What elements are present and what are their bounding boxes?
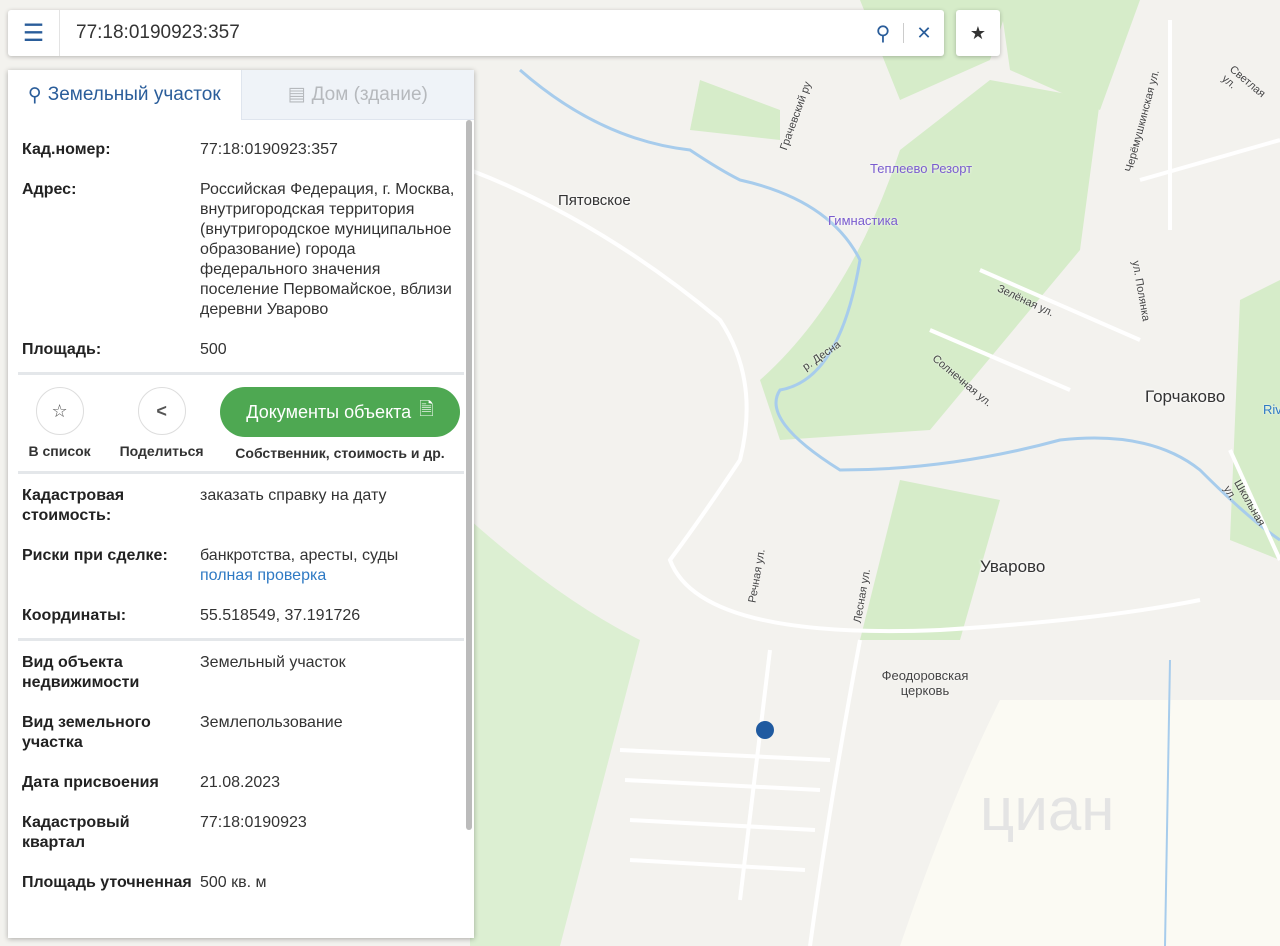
cadastral-number-link[interactable]: 77:18:0190923:357 (200, 140, 460, 160)
watermark: циан (980, 776, 1114, 843)
info-panel: ⚲ Земельный участок ▤ Дом (здание) Кад.ном… (8, 70, 474, 938)
tab-land-plot[interactable]: ⚲ Земельный участок (8, 70, 241, 120)
action-caption: Собственник, стоимость и др. (235, 445, 445, 461)
street-label: Riv (1263, 402, 1280, 417)
field-value: Землепользование (200, 714, 343, 731)
tab-label: Земельный участок (47, 84, 221, 105)
place-label: Уварово (980, 557, 1046, 576)
action-label: В список (28, 443, 91, 459)
action-label: Поделиться (119, 443, 204, 459)
documents-button[interactable]: Документы объекта 🗎 (220, 387, 460, 437)
star-icon[interactable]: ★ (956, 10, 1000, 56)
field-label: Дата присвоения (22, 774, 159, 791)
parcel-marker[interactable] (756, 721, 774, 739)
field-label: Кадастровая стоимость: (22, 487, 125, 524)
search-input[interactable] (60, 13, 863, 53)
field-label: Кад.номер: (22, 141, 111, 158)
field-label: Площадь: (22, 341, 102, 358)
coordinates-value: 55.518549, 37.191726 (200, 607, 361, 624)
share-icon: < (137, 387, 186, 435)
divider (18, 471, 464, 474)
scrollbar[interactable] (466, 120, 472, 830)
divider (18, 638, 464, 641)
area-value: 500 (200, 341, 227, 358)
poi-label[interactable]: Гимнастика (828, 213, 898, 228)
full-check-link[interactable]: полная проверка (200, 566, 460, 586)
field-label: Вид земельного участка (22, 714, 151, 751)
field-label: Риски при сделке: (22, 547, 168, 564)
tab-label: Дом (здание) (311, 83, 428, 105)
divider (18, 372, 464, 375)
map-pin-icon: ⚲ (27, 84, 42, 106)
field-value: 21.08.2023 (200, 774, 281, 791)
field-label: Адрес: (22, 181, 77, 198)
field-label: Вид объекта недвижимости (22, 654, 140, 691)
place-label: Горчаково (1145, 387, 1226, 406)
field-label: Кадастровый квартал (22, 814, 130, 851)
building-icon: ▤ (287, 84, 306, 105)
close-icon[interactable]: ✕ (904, 23, 944, 44)
search-icon[interactable]: ⚲ (863, 21, 903, 46)
field-value: 77:18:0190923 (200, 814, 307, 831)
menu-icon[interactable]: ☰ (8, 10, 60, 56)
field-value: 500 кв. м (200, 874, 267, 891)
star-outline-icon: ☆ (35, 387, 84, 435)
add-to-list-button[interactable]: ☆ В список (22, 387, 97, 459)
document-icon: 🗎 (419, 399, 434, 419)
search-bar: ☰ ⚲ ✕ (8, 10, 944, 56)
poi-label[interactable]: Теплеево Резорт (870, 161, 972, 176)
button-label: Документы объекта (246, 401, 412, 422)
tab-building[interactable]: ▤ Дом (здание) (240, 70, 474, 120)
risk-value: банкротства, аресты, суды (200, 547, 399, 564)
address-value: Российская Федерация, г. Москва, внутриг… (200, 181, 455, 318)
field-label: Координаты: (22, 607, 127, 624)
place-label: Пятовское (558, 192, 631, 209)
order-certificate-link[interactable]: заказать справку на дату (200, 486, 460, 526)
poi-label[interactable]: Феодоровская церковь (870, 668, 980, 698)
share-button[interactable]: < Поделиться (107, 387, 216, 459)
field-value: Земельный участок (200, 654, 346, 671)
field-label: Площадь уточненная (22, 874, 192, 891)
